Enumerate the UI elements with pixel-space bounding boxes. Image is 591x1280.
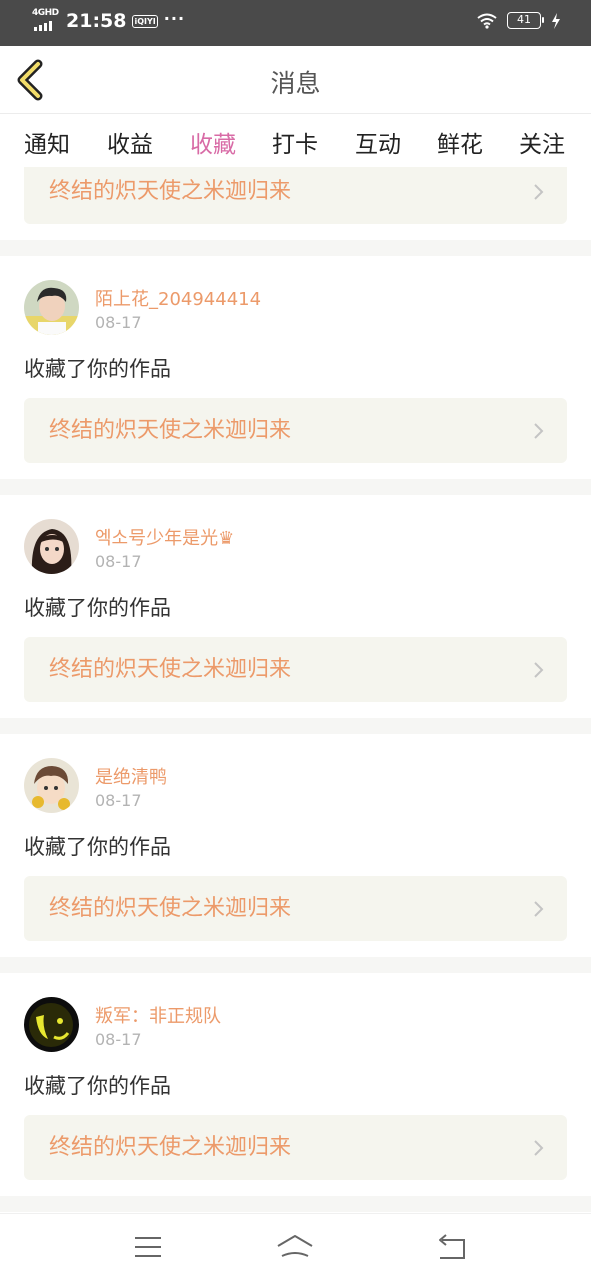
chevron-right-icon bbox=[534, 662, 544, 678]
tab-label: 互动 bbox=[355, 132, 401, 158]
return-icon bbox=[439, 1234, 465, 1259]
timestamp: 08-17 bbox=[95, 552, 142, 571]
menu-icon bbox=[135, 1237, 161, 1257]
chevron-right-icon bbox=[534, 1140, 544, 1156]
status-bar: 4GHD 21:58 iQIYI ··· 41 bbox=[0, 0, 591, 46]
work-title: 终结的炽天使之米迦归来 bbox=[49, 179, 292, 204]
list-item: 叛军：非正规队 08-17 收藏了你的作品 终结的炽天使之米迦归来 bbox=[0, 973, 591, 1196]
iqiyi-notification-icon: iQIYI bbox=[132, 14, 158, 28]
avatar[interactable] bbox=[24, 280, 79, 335]
status-right: 41 bbox=[477, 12, 561, 29]
network-type: 4GHD bbox=[32, 8, 59, 18]
avatar-image bbox=[24, 519, 79, 574]
chevron-right-icon bbox=[534, 901, 544, 917]
menu-button[interactable] bbox=[128, 1232, 168, 1264]
work-title: 终结的炽天使之米迦归来 bbox=[49, 418, 292, 443]
header: 消息 bbox=[0, 46, 591, 114]
battery-icon: 41 bbox=[507, 12, 544, 29]
tab-label: 关注 bbox=[519, 132, 565, 158]
wifi-icon bbox=[477, 13, 497, 29]
system-nav-bar bbox=[0, 1213, 591, 1280]
action-text: 收藏了你的作品 bbox=[24, 596, 171, 620]
tab-interactions[interactable]: 互动 bbox=[355, 115, 401, 159]
home-icon bbox=[277, 1235, 313, 1257]
action-text: 收藏了你的作品 bbox=[24, 357, 171, 381]
status-left: 4GHD 21:58 iQIYI ··· bbox=[32, 8, 186, 32]
work-title: 终结的炽天使之米迦归来 bbox=[49, 1135, 292, 1160]
list-item: 陌上花_204944414 08-17 收藏了你的作品 终结的炽天使之米迦归来 bbox=[0, 256, 591, 479]
tab-checkin[interactable]: 打卡 bbox=[272, 115, 318, 159]
section-divider bbox=[0, 479, 591, 495]
avatar[interactable] bbox=[24, 519, 79, 574]
action-text: 收藏了你的作品 bbox=[24, 835, 171, 859]
battery-level: 41 bbox=[517, 13, 531, 26]
work-link[interactable]: 终结的炽天使之米迦归来 bbox=[24, 167, 567, 224]
more-notifications-icon: ··· bbox=[163, 8, 186, 28]
tab-favorites[interactable]: 收藏 bbox=[190, 115, 236, 173]
tab-earnings[interactable]: 收益 bbox=[107, 115, 153, 159]
tab-label: 鲜花 bbox=[437, 132, 483, 158]
return-button[interactable] bbox=[432, 1232, 472, 1264]
tab-label: 打卡 bbox=[272, 132, 318, 158]
avatar-image bbox=[24, 997, 79, 1052]
avatar[interactable] bbox=[24, 758, 79, 813]
username[interactable]: 叛军：非正规队 bbox=[95, 1002, 221, 1028]
work-link[interactable]: 终结的炽天使之米迦归来 bbox=[24, 876, 567, 941]
section-divider bbox=[0, 1196, 591, 1212]
tab-label: 收益 bbox=[107, 132, 153, 158]
timestamp: 08-17 bbox=[95, 791, 142, 810]
tab-following[interactable]: 关注 bbox=[519, 115, 565, 159]
cellular-signal-icon: 4GHD bbox=[32, 8, 59, 32]
tab-notifications[interactable]: 通知 bbox=[24, 115, 70, 159]
page-title: 消息 bbox=[270, 69, 321, 98]
work-title: 终结的炽天使之米迦归来 bbox=[49, 657, 292, 682]
favorites-feed[interactable]: 终结的炽天使之米迦归来 陌上花_204944414 08-17 收藏了你的作品 … bbox=[0, 167, 591, 1213]
work-link[interactable]: 终结的炽天使之米迦归来 bbox=[24, 637, 567, 702]
work-link[interactable]: 终结的炽天使之米迦归来 bbox=[24, 398, 567, 463]
timestamp: 08-17 bbox=[95, 1030, 142, 1049]
list-item: 엑소号少年是光♛ 08-17 收藏了你的作品 终结的炽天使之米迦归来 bbox=[0, 495, 591, 718]
action-text: 收藏了你的作品 bbox=[24, 1074, 171, 1098]
work-title: 终结的炽天使之米迦归来 bbox=[49, 896, 292, 921]
list-item: 是绝清鸭 08-17 收藏了你的作品 终结的炽天使之米迦归来 bbox=[0, 734, 591, 957]
clock: 21:58 bbox=[66, 10, 127, 32]
section-divider bbox=[0, 957, 591, 973]
tab-flowers[interactable]: 鲜花 bbox=[437, 115, 483, 159]
section-divider bbox=[0, 718, 591, 734]
chevron-right-icon bbox=[534, 423, 544, 439]
avatar-image bbox=[24, 758, 79, 813]
username[interactable]: 陌上花_204944414 bbox=[95, 285, 261, 311]
charging-icon bbox=[552, 12, 560, 29]
tab-label: 通知 bbox=[24, 132, 70, 158]
section-divider bbox=[0, 240, 591, 256]
avatar[interactable] bbox=[24, 997, 79, 1052]
tab-bar: 通知 收益 收藏 打卡 互动 鲜花 关注 bbox=[0, 115, 591, 173]
avatar-image bbox=[24, 280, 79, 335]
work-link[interactable]: 终结的炽天使之米迦归来 bbox=[24, 1115, 567, 1180]
timestamp: 08-17 bbox=[95, 313, 142, 332]
chevron-right-icon bbox=[534, 184, 544, 200]
username[interactable]: 是绝清鸭 bbox=[95, 763, 167, 789]
username[interactable]: 엑소号少年是光♛ bbox=[95, 524, 234, 550]
home-button[interactable] bbox=[275, 1232, 315, 1264]
tab-label: 收藏 bbox=[190, 132, 236, 158]
